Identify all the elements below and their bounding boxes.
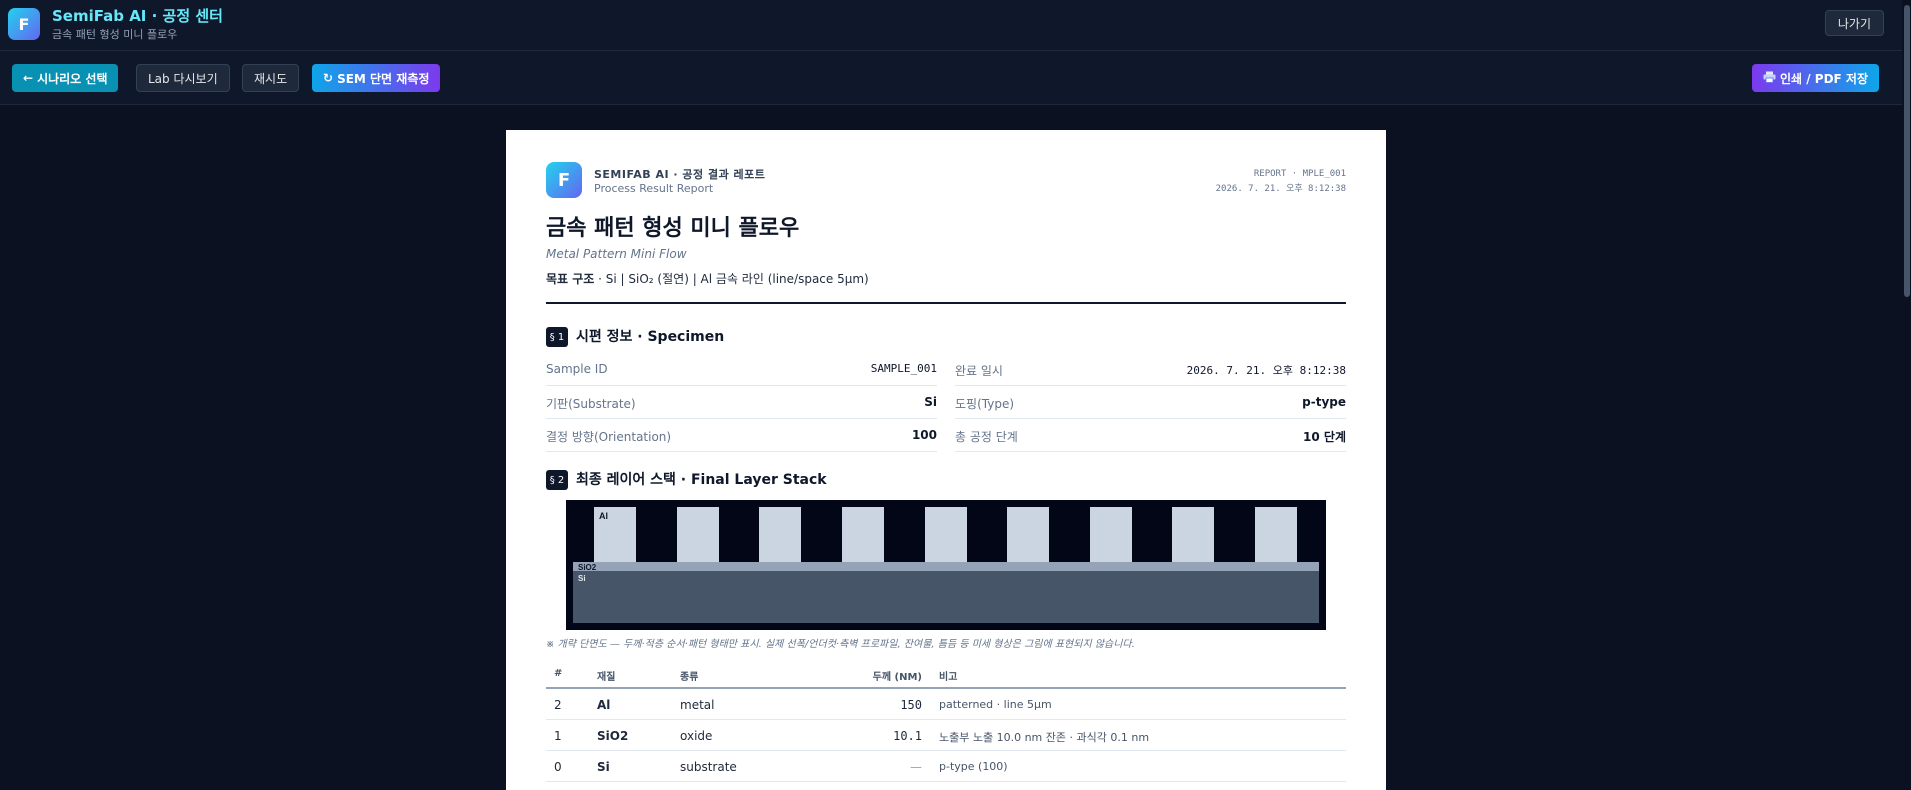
si-layer: [573, 571, 1319, 623]
specimen-key: 총 공정 단계: [955, 430, 1018, 444]
specimen-row: 도핑(Type) p-type: [955, 386, 1346, 419]
section-1-title: 시편 정보 · Specimen: [576, 329, 725, 345]
target-structure: 목표 구조 · Si | SiO₂ (절연) | Al 금속 라인 (line/…: [546, 270, 869, 287]
report-paper: F SEMIFAB AI · 공정 결과 레포트 Process Result …: [506, 130, 1386, 790]
report-id: REPORT · MPLE_001: [1253, 169, 1346, 179]
specimen-row: 기판(Substrate) Si: [546, 386, 937, 419]
printer-icon: [1763, 71, 1776, 86]
specimen-value: p-type: [1302, 395, 1346, 409]
table-row: 1 SiO2 oxide 10.1 노출부 노출 10.0 nm 잔존 · 과식…: [546, 720, 1346, 751]
app-logo: F: [8, 8, 40, 40]
sem-remeasure-label: SEM 단면 재측정: [337, 71, 430, 86]
report-timestamp: 2026. 7. 21. 오후 8:12:38: [1215, 184, 1346, 194]
toolbar: ← 시나리오 선택 Lab 다시보기 재시도 ↻ SEM 단면 재측정 인쇄 /…: [0, 51, 1911, 105]
refresh-icon: ↻: [323, 71, 334, 85]
cell-material: Si: [597, 760, 610, 774]
retry-button[interactable]: 재시도: [242, 64, 300, 92]
cell-material: SiO2: [597, 729, 629, 743]
col-kind-header: 종류: [680, 672, 699, 683]
al-layer-label: Al: [599, 511, 608, 521]
specimen-value: 2026. 7. 21. 오후 8:12:38: [1186, 364, 1346, 377]
diagram-caption: ※ 개략 단면도 — 두께·적층 순서·패턴 형태만 표시. 실제 선폭/언더컷…: [546, 639, 1135, 650]
cell-thickness: —: [910, 760, 922, 774]
section-2-badge: § 2: [546, 470, 568, 490]
app-title: SemiFab AI · 공정 센터: [52, 7, 223, 25]
si-layer-label: Si: [578, 574, 586, 583]
specimen-row: 결정 방향(Orientation) 100: [546, 419, 937, 452]
table-row: 2 Al metal 150 patterned · line 5µm: [546, 689, 1346, 720]
sem-remeasure-button[interactable]: ↻ SEM 단면 재측정: [312, 64, 441, 92]
scrollbar-thumb[interactable]: [1904, 5, 1910, 297]
cell-idx: 2: [554, 698, 562, 712]
table-row: 0 Si substrate — p-type (100): [546, 751, 1346, 782]
layer-stack-diagram: Al SiO2 Si: [566, 500, 1326, 630]
al-line: [759, 507, 801, 562]
print-pdf-label: 인쇄 / PDF 저장: [1779, 71, 1868, 86]
specimen-key: 결정 방향(Orientation): [546, 430, 672, 444]
exit-button[interactable]: 나가기: [1824, 10, 1884, 36]
specimen-row: 총 공정 단계 10 단계: [955, 419, 1346, 452]
section-1-badge: § 1: [546, 327, 568, 347]
report-meta: REPORT · MPLE_001 2026. 7. 21. 오후 8:12:3…: [1216, 167, 1346, 197]
cell-note: p-type (100): [939, 760, 1008, 773]
layer-table-header: # 재질 종류 두께 (NM) 비고: [546, 660, 1346, 689]
print-pdf-button[interactable]: 인쇄 / PDF 저장: [1751, 64, 1879, 92]
layer-stack-svg: Al SiO2 Si: [573, 507, 1319, 623]
specimen-value: Si: [924, 395, 937, 409]
col-note-header: 비고: [939, 672, 958, 683]
al-line: [1007, 507, 1049, 562]
al-line: [842, 507, 884, 562]
specimen-key: 완료 일시: [955, 364, 1003, 378]
arrow-left-icon: ←: [23, 71, 34, 85]
col-idx-header: #: [554, 668, 563, 679]
col-material-header: 재질: [597, 672, 616, 683]
lab-replay-button[interactable]: Lab 다시보기: [136, 64, 230, 92]
cell-thickness: 150: [900, 698, 922, 712]
al-line: [925, 507, 967, 562]
cell-note: 노출부 노출 10.0 nm 잔존 · 과식각 0.1 nm: [939, 731, 1150, 744]
specimen-value: 10 단계: [1303, 430, 1346, 444]
al-line: [1090, 507, 1132, 562]
cell-note: patterned · line 5µm: [939, 698, 1052, 711]
cell-material: Al: [597, 698, 611, 712]
cell-kind: oxide: [680, 729, 713, 743]
specimen-value: 100: [911, 428, 937, 442]
specimen-row: 완료 일시 2026. 7. 21. 오후 8:12:38: [955, 353, 1346, 386]
app-subtitle: 금속 패턴 형성 미니 플로우: [52, 28, 178, 41]
title-divider: [546, 302, 1346, 304]
cell-idx: 0: [554, 760, 562, 774]
cell-idx: 1: [554, 729, 562, 743]
report-title: 금속 패턴 형성 미니 플로우: [546, 216, 800, 241]
sio2-layer-label: SiO2: [578, 563, 597, 572]
page-scrollbar[interactable]: [1902, 0, 1911, 790]
specimen-row: Sample ID SAMPLE_001: [546, 353, 937, 386]
target-structure-label: 목표 구조: [546, 272, 595, 286]
al-line: [1255, 507, 1297, 562]
scenario-select-label: 시나리오 선택: [37, 71, 108, 86]
section-2-title: 최종 레이어 스택 · Final Layer Stack: [576, 472, 827, 488]
report-brand-subtitle: Process Result Report: [594, 182, 714, 195]
cell-thickness: 10.1: [893, 729, 922, 743]
cell-kind: metal: [680, 698, 715, 712]
col-thickness-header: 두께 (NM): [872, 672, 922, 683]
specimen-key: 기판(Substrate): [546, 397, 636, 411]
specimen-value: SAMPLE_001: [870, 362, 937, 375]
sio2-layer: [573, 562, 1319, 571]
report-logo: F: [546, 162, 582, 198]
report-brand: SEMIFAB AI · 공정 결과 레포트: [594, 168, 766, 181]
specimen-key: Sample ID: [546, 362, 608, 376]
cell-kind: substrate: [680, 760, 737, 774]
al-line: [677, 507, 719, 562]
scenario-select-button[interactable]: ← 시나리오 선택: [12, 64, 119, 92]
target-structure-value: · Si | SiO₂ (절연) | Al 금속 라인 (line/space …: [594, 272, 869, 286]
specimen-key: 도핑(Type): [955, 397, 1015, 411]
top-bar: F SemiFab AI · 공정 센터 금속 패턴 형성 미니 플로우 나가기: [0, 0, 1911, 51]
report-title-en: Metal Pattern Mini Flow: [546, 247, 687, 261]
al-line: [1172, 507, 1214, 562]
